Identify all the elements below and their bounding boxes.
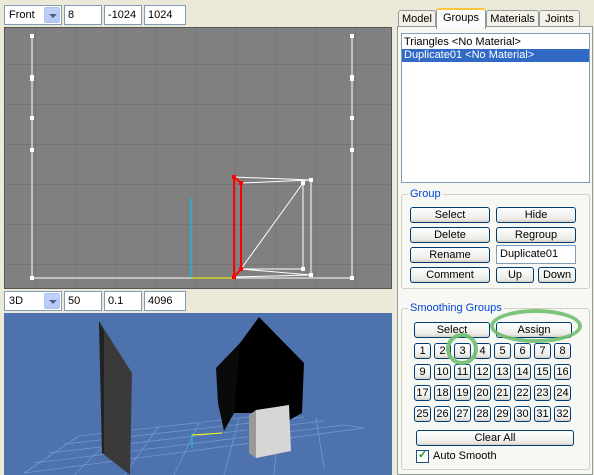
- move-down-button[interactable]: Down: [538, 267, 576, 283]
- near-clip-field[interactable]: 0.1: [104, 291, 142, 311]
- bottom-viewport-toolbar: 3D 50 0.1 4096: [0, 291, 392, 313]
- smoothing-group-button[interactable]: 13: [494, 364, 511, 380]
- smoothing-group-button[interactable]: 8: [554, 343, 571, 359]
- smoothing-group-button[interactable]: 11: [454, 364, 471, 380]
- smoothing-group-button[interactable]: 16: [554, 364, 571, 380]
- far-clip-field[interactable]: 4096: [144, 291, 186, 311]
- far-clip-field[interactable]: 1024: [144, 5, 186, 25]
- move-up-button[interactable]: Up: [496, 267, 534, 283]
- assign-button[interactable]: Assign: [496, 322, 572, 338]
- top-viewport-toolbar: Front 8 -1024 1024: [0, 5, 392, 27]
- list-item[interactable]: Triangles <No Material>: [402, 36, 589, 49]
- view-select-value: 3D: [9, 295, 24, 307]
- app-window: Front 8 -1024 1024 3D 50 0.1 4096 Model …: [0, 0, 594, 475]
- smoothing-group-button[interactable]: 9: [414, 364, 431, 380]
- groups-list[interactable]: Triangles <No Material> Duplicate01 <No …: [401, 33, 590, 183]
- front-viewport-canvas: [5, 28, 391, 288]
- smoothing-group-button[interactable]: 23: [534, 385, 551, 401]
- view-select-value: Front: [9, 9, 35, 21]
- smoothing-group-button[interactable]: 10: [434, 364, 451, 380]
- smoothing-group-button[interactable]: 15: [534, 364, 551, 380]
- smoothing-group-button[interactable]: 27: [454, 406, 471, 422]
- tab-strip: Model Groups Materials Joints: [397, 8, 594, 29]
- comment-button[interactable]: Comment: [410, 267, 490, 283]
- properties-panel: Model Groups Materials Joints Triangles …: [397, 6, 594, 475]
- view-select-3d[interactable]: 3D: [4, 291, 62, 311]
- fov-field[interactable]: 50: [64, 291, 102, 311]
- smoothing-group-button[interactable]: 28: [474, 406, 491, 422]
- grid-size-field[interactable]: 8: [64, 5, 102, 25]
- group-select-button[interactable]: Select: [410, 207, 490, 223]
- rename-button[interactable]: Rename: [410, 247, 490, 263]
- smoothing-group-button[interactable]: 14: [514, 364, 531, 380]
- 3d-viewport[interactable]: [4, 313, 392, 475]
- 3d-viewport-canvas: [4, 313, 392, 475]
- smoothing-group-button[interactable]: 22: [514, 385, 531, 401]
- smoothing-group-button[interactable]: 2: [434, 343, 451, 359]
- hide-button[interactable]: Hide: [496, 207, 576, 223]
- near-clip-field[interactable]: -1024: [104, 5, 142, 25]
- smoothing-groups-title: Smoothing Groups: [408, 302, 504, 314]
- auto-smooth-checkbox[interactable]: [416, 448, 429, 463]
- chevron-down-icon[interactable]: [44, 293, 60, 309]
- regroup-button[interactable]: Regroup: [496, 227, 576, 243]
- smoothing-group-button[interactable]: 30: [514, 406, 531, 422]
- smoothing-group-button[interactable]: 32: [554, 406, 571, 422]
- clear-all-button[interactable]: Clear All: [416, 430, 574, 446]
- group-box-title: Group: [408, 188, 443, 200]
- smoothing-group-button[interactable]: 12: [474, 364, 491, 380]
- smoothing-group-button[interactable]: 20: [474, 385, 491, 401]
- smoothing-group-button[interactable]: 21: [494, 385, 511, 401]
- smoothing-group-button[interactable]: 17: [414, 385, 431, 401]
- smoothing-group-button[interactable]: 18: [434, 385, 451, 401]
- chevron-down-icon[interactable]: [44, 7, 60, 23]
- smoothing-group-button[interactable]: 4: [474, 343, 491, 359]
- smoothing-group-button[interactable]: 19: [454, 385, 471, 401]
- groups-tab-body: Triangles <No Material> Duplicate01 <No …: [397, 26, 593, 475]
- smoothing-group-button[interactable]: 1: [414, 343, 431, 359]
- smoothing-group-button[interactable]: 3: [454, 343, 471, 359]
- smoothing-groups-box: Smoothing Groups Select Assign 1 2 3 4 5…: [401, 302, 590, 470]
- smoothing-group-button[interactable]: 5: [494, 343, 511, 359]
- group-name-field[interactable]: Duplicate01: [496, 245, 576, 264]
- smoothing-group-button[interactable]: 7: [534, 343, 551, 359]
- front-viewport[interactable]: [4, 27, 392, 289]
- smoothing-select-button[interactable]: Select: [414, 322, 490, 338]
- group-box: Group Select Hide Delete Regroup Rename …: [401, 188, 590, 289]
- smoothing-group-button[interactable]: 6: [514, 343, 531, 359]
- tab-groups[interactable]: Groups: [436, 8, 486, 29]
- view-select-front[interactable]: Front: [4, 5, 62, 25]
- smoothing-group-button[interactable]: 31: [534, 406, 551, 422]
- delete-button[interactable]: Delete: [410, 227, 490, 243]
- smoothing-group-button[interactable]: 25: [414, 406, 431, 422]
- smoothing-group-button[interactable]: 24: [554, 385, 571, 401]
- smoothing-group-button[interactable]: 26: [434, 406, 451, 422]
- smoothing-group-button[interactable]: 29: [494, 406, 511, 422]
- list-item[interactable]: Duplicate01 <No Material>: [402, 49, 589, 62]
- auto-smooth-label: Auto Smooth: [433, 450, 497, 462]
